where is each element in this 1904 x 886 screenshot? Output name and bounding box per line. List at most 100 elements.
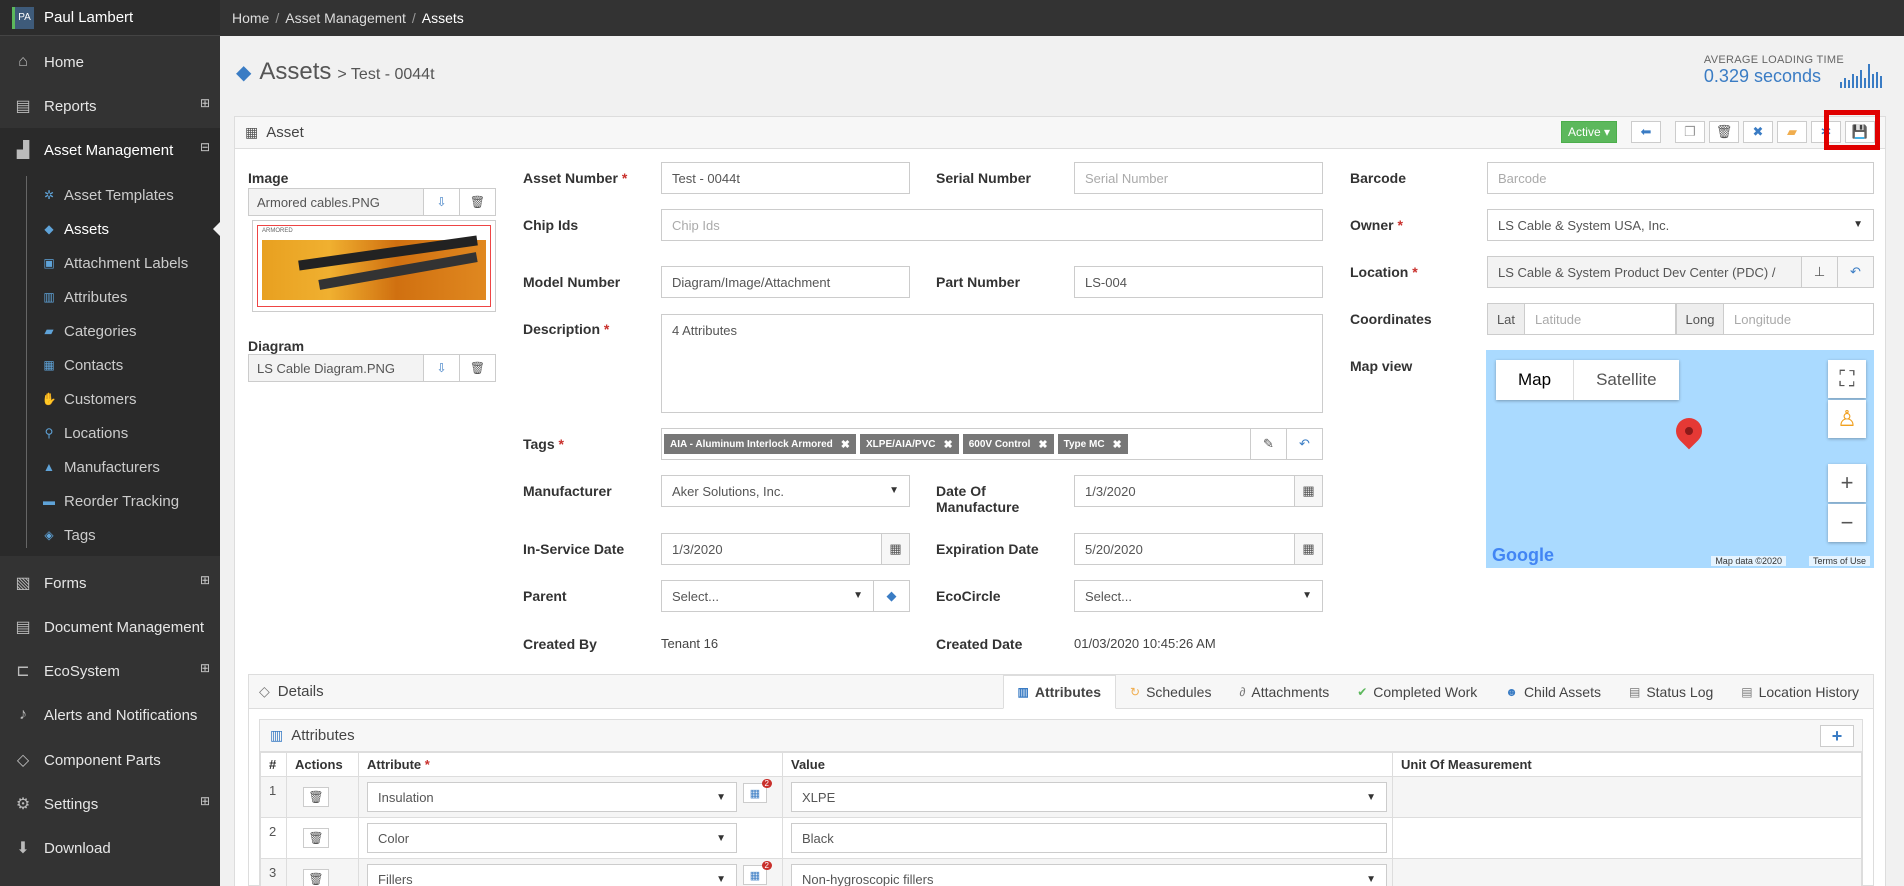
parent-select[interactable]: Select... ▼ ◆: [661, 580, 910, 612]
undo-icon[interactable]: ↶: [1286, 429, 1322, 459]
nav-asset-management[interactable]: ▟ Asset Management ⊟: [0, 128, 220, 172]
terms-link[interactable]: Terms of Use: [1808, 556, 1870, 566]
serial-number-input[interactable]: Serial Number: [1074, 162, 1323, 194]
remove-tag-icon[interactable]: ✖: [943, 438, 952, 451]
value-select[interactable]: XLPE ▼: [791, 782, 1387, 812]
calendar-icon[interactable]: ▦: [1294, 534, 1322, 564]
value-input[interactable]: Black: [791, 823, 1387, 853]
remove-tag-icon[interactable]: ✖: [1113, 438, 1122, 451]
hierarchy-icon[interactable]: ⊥: [1801, 257, 1837, 287]
tab-completed-work[interactable]: ✔ Completed Work: [1343, 675, 1491, 709]
tab-child-assets[interactable]: ☻ Child Assets: [1491, 675, 1615, 709]
map-tab[interactable]: Map: [1496, 360, 1575, 400]
expiration-date-input[interactable]: 5/20/2020 ▦: [1074, 533, 1323, 565]
sidebar-item-reorder-tracking[interactable]: ▬ Reorder Tracking: [0, 484, 220, 518]
in-service-date-input[interactable]: 1/3/2020 ▦: [661, 533, 910, 565]
sidebar-item-customers[interactable]: ✋ Customers: [0, 382, 220, 416]
value-select[interactable]: Non-hygroscopic fillers ▼: [791, 864, 1387, 886]
chip-ids-input[interactable]: Chip Ids: [661, 209, 1323, 241]
expand-icon[interactable]: ⊞: [200, 794, 210, 808]
user-profile[interactable]: PA Paul Lambert: [0, 0, 220, 36]
tab-location-history[interactable]: ▤ Location History: [1727, 675, 1873, 709]
attribute-values-icon[interactable]: ▦ 2: [743, 779, 772, 803]
close-button[interactable]: ✖: [1743, 121, 1773, 143]
nav-ecosystem[interactable]: ⊏ EcoSystem ⊞: [0, 649, 220, 693]
sidebar-item-assets[interactable]: ◆ Assets: [0, 212, 220, 246]
map-view[interactable]: Map Satellite ⛶ ♙ + − Google Map data ©2…: [1486, 350, 1874, 568]
remove-tag-icon[interactable]: ✖: [841, 438, 850, 451]
nav-forms[interactable]: ▧ Forms ⊞: [0, 561, 220, 605]
undo-icon[interactable]: ↶: [1837, 257, 1873, 287]
latitude-input[interactable]: Latitude: [1524, 303, 1676, 335]
model-number-input[interactable]: Diagram/Image/Attachment: [661, 266, 910, 298]
ecocircle-select[interactable]: Select... ▼: [1074, 580, 1323, 612]
sidebar-item-manufacturers[interactable]: ▲ Manufacturers: [0, 450, 220, 484]
delete-button[interactable]: 🗑: [1709, 121, 1739, 143]
tag-chip[interactable]: Type MC ✖: [1057, 434, 1128, 454]
tab-status-log[interactable]: ▤ Status Log: [1615, 675, 1727, 709]
attribute-select[interactable]: Insulation ▼: [367, 782, 737, 812]
sidebar-item-attachment-labels[interactable]: ▣ Attachment Labels: [0, 246, 220, 280]
tag-chip[interactable]: XLPE/AIA/PVC ✖: [860, 434, 959, 454]
expand-icon[interactable]: ⊞: [200, 573, 210, 587]
map-pin-icon[interactable]: [1670, 412, 1708, 450]
add-attribute-button[interactable]: +: [1820, 725, 1854, 747]
longitude-input[interactable]: Longitude: [1723, 303, 1874, 335]
tab-attachments[interactable]: ∂ Attachments: [1225, 675, 1343, 709]
trash-icon[interactable]: 🗑: [459, 355, 495, 381]
nav-document-management[interactable]: ▤ Document Management: [0, 605, 220, 649]
tag-chip[interactable]: 600V Control ✖: [962, 434, 1054, 454]
zoom-in-button[interactable]: +: [1828, 464, 1866, 502]
nav-reports[interactable]: ▤ Reports ⊞: [0, 84, 220, 128]
download-icon[interactable]: ⇩: [423, 189, 459, 215]
nav-component-parts[interactable]: ◇ Component Parts: [0, 738, 220, 782]
tab-attributes[interactable]: ▥ Attributes: [1002, 675, 1116, 709]
copy-button[interactable]: ❐: [1675, 121, 1705, 143]
status-dropdown[interactable]: Active ▾: [1560, 121, 1617, 143]
tag-chip[interactable]: AIA - Aluminum Interlock Armored ✖: [664, 434, 857, 454]
pegman-icon[interactable]: ♙: [1828, 400, 1866, 438]
sidebar-item-tags[interactable]: ◈ Tags: [0, 518, 220, 552]
attribute-select[interactable]: Fillers ▼: [367, 864, 737, 886]
manufacturer-select[interactable]: Aker Solutions, Inc. ▼: [661, 475, 910, 507]
edit-tags-icon[interactable]: ✎: [1250, 429, 1286, 459]
tags-field[interactable]: AIA - Aluminum Interlock Armored ✖ XLPE/A…: [661, 428, 1323, 460]
cube-icon[interactable]: ◆: [873, 581, 909, 611]
trash-icon[interactable]: 🗑: [303, 787, 329, 807]
part-number-input[interactable]: LS-004: [1074, 266, 1323, 298]
sidebar-item-asset-templates[interactable]: ✲ Asset Templates: [0, 178, 220, 212]
sidebar-item-contacts[interactable]: ▦ Contacts: [0, 348, 220, 382]
expand-icon[interactable]: ⊞: [200, 661, 210, 675]
sidebar-item-categories[interactable]: ▰ Categories: [0, 314, 220, 348]
sidebar-item-locations[interactable]: ⚲ Locations: [0, 416, 220, 450]
nav-settings[interactable]: ⚙ Settings ⊞: [0, 782, 220, 826]
nav-download[interactable]: ⬇ Download: [0, 826, 220, 870]
trash-icon[interactable]: 🗑: [303, 828, 329, 848]
breadcrumb-asset-management[interactable]: Asset Management: [285, 10, 406, 26]
back-button[interactable]: ⬅: [1631, 121, 1661, 143]
satellite-tab[interactable]: Satellite: [1574, 360, 1678, 400]
attribute-values-icon[interactable]: ▦ 2: [743, 861, 772, 885]
calendar-icon[interactable]: ▦: [1294, 476, 1322, 506]
tab-schedules[interactable]: ↻ Schedules: [1116, 675, 1225, 709]
image-preview[interactable]: ARMORED: [252, 220, 496, 312]
breadcrumb-home[interactable]: Home: [232, 10, 269, 26]
trash-icon[interactable]: 🗑: [459, 189, 495, 215]
nav-home[interactable]: ⌂ Home: [0, 40, 220, 84]
download-icon[interactable]: ⇩: [423, 355, 459, 381]
owner-select[interactable]: LS Cable & System USA, Inc. ▼: [1487, 209, 1874, 241]
description-textarea[interactable]: 4 Attributes: [661, 314, 1323, 413]
collapse-icon[interactable]: ⊟: [200, 140, 210, 154]
nav-alerts[interactable]: ♪ Alerts and Notifications: [0, 693, 220, 737]
barcode-input[interactable]: Barcode: [1487, 162, 1874, 194]
zoom-out-button[interactable]: −: [1828, 504, 1866, 542]
fullscreen-icon[interactable]: ⛶: [1828, 360, 1866, 398]
save-button[interactable]: 💾: [1824, 110, 1880, 150]
folder-button[interactable]: ▰: [1777, 121, 1807, 143]
remove-tag-icon[interactable]: ✖: [1038, 438, 1047, 451]
attribute-select[interactable]: Color ▼: [367, 823, 737, 853]
expand-icon[interactable]: ⊞: [200, 96, 210, 110]
sidebar-item-attributes[interactable]: ▥ Attributes: [0, 280, 220, 314]
trash-icon[interactable]: 🗑: [303, 869, 329, 886]
asset-number-input[interactable]: Test - 0044t: [661, 162, 910, 194]
